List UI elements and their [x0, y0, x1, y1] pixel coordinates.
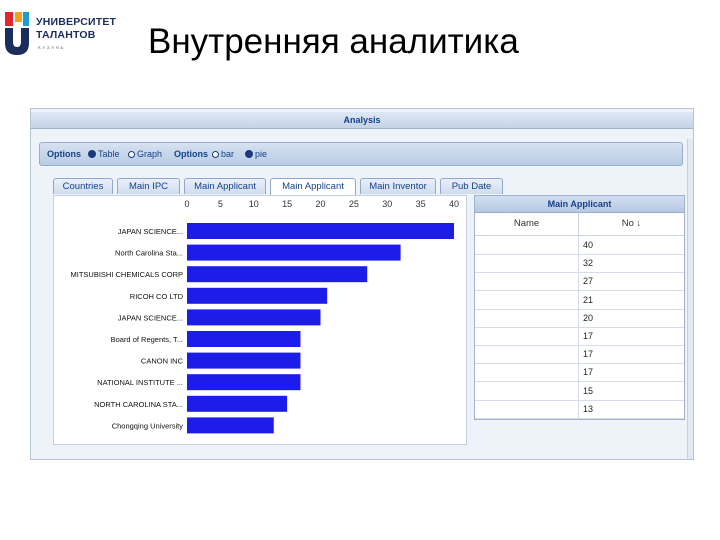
row-name-cell — [475, 381, 579, 400]
radio-dot-icon — [88, 149, 96, 158]
radio-selected-icon — [128, 150, 135, 158]
options-label: Options — [47, 149, 81, 159]
row-name-cell — [475, 254, 579, 273]
tab-pub-date[interactable]: Pub Date — [440, 178, 503, 194]
row-name-cell — [475, 272, 579, 291]
radio-pie[interactable]: pie — [245, 143, 267, 165]
vertical-scrollbar[interactable] — [687, 139, 693, 459]
row-count-cell: 17 — [583, 331, 594, 341]
radio-table-label: Table — [98, 149, 120, 159]
window-title: Analysis — [31, 112, 693, 129]
logo-text-line2: ТАЛАНТОВ — [36, 29, 96, 41]
table-row[interactable]: 40 — [475, 236, 684, 255]
row-count-cell: 17 — [583, 367, 594, 378]
x-tick-label: 40 — [449, 199, 459, 209]
bar[interactable] — [187, 244, 401, 261]
bar[interactable] — [187, 352, 301, 369]
applicant-bar-chart: 0 5 10 15 20 25 30 35 40 JAPAN SCIENCE... North Ca… — [70, 199, 459, 434]
chart-options-label: Options — [174, 149, 208, 159]
analysis-window: Analysis Options Table Graph Options bar… — [30, 108, 694, 460]
row-count-cell: 40 — [583, 240, 594, 250]
radio-graph[interactable]: Graph — [128, 143, 162, 165]
tab-countries[interactable]: Countries — [53, 178, 113, 194]
logo-text-line1: УНИВЕРСИТЕТ — [36, 16, 117, 28]
category-label: JAPAN SCIENCE... — [118, 313, 183, 322]
bar[interactable] — [187, 331, 301, 347]
column-no-header[interactable]: No ↓ — [579, 213, 684, 235]
category-label: NORTH CAROLINA STA... — [94, 400, 183, 409]
grid-column-headers: Name No ↓ — [475, 213, 684, 236]
row-count-cell: 27 — [583, 276, 594, 287]
x-tick-label: 5 — [218, 199, 223, 209]
table-row[interactable]: 17 — [475, 345, 684, 365]
table-row[interactable]: 15 — [475, 381, 684, 401]
category-label: RICOH CO LTD — [130, 292, 184, 301]
tab-main-applicant-active[interactable]: Main Applicant — [270, 178, 356, 195]
logo-text-line3: КАЗАНЬ — [38, 45, 66, 50]
row-name-cell — [475, 363, 579, 382]
slide-title: Внутренняя аналитика — [148, 22, 519, 61]
talents-logo-icon — [5, 12, 29, 55]
row-count-cell: 32 — [583, 258, 594, 269]
category-label: CANON INC — [141, 357, 184, 366]
bar[interactable] — [187, 417, 274, 434]
row-name-cell — [475, 327, 579, 345]
bar[interactable] — [187, 374, 301, 391]
row-name-cell — [475, 345, 579, 364]
category-label: Board of Regents, T... — [111, 335, 183, 344]
radio-bar-label: bar — [221, 149, 235, 159]
category-label: North Carolina Sta... — [115, 249, 183, 258]
radio-graph-label: Graph — [137, 149, 163, 159]
row-count-cell: 20 — [583, 312, 594, 323]
table-row[interactable]: 13 — [475, 399, 684, 419]
row-name-cell — [475, 399, 579, 418]
table-row[interactable]: 20 — [475, 308, 684, 328]
table-row[interactable]: 27 — [475, 272, 684, 292]
x-tick-label: 15 — [282, 199, 292, 209]
row-count-cell: 21 — [583, 294, 594, 305]
row-count-cell: 15 — [583, 385, 594, 396]
bar[interactable] — [187, 309, 321, 326]
category-label: JAPAN SCIENCE... — [118, 227, 183, 236]
radio-table[interactable]: Table — [88, 143, 120, 165]
table-row[interactable]: 21 — [475, 290, 684, 310]
radio-bar[interactable]: bar — [212, 143, 234, 165]
radio-pie-label: pie — [255, 149, 268, 159]
chart-panel: 0 5 10 15 20 25 30 35 40 JAPAN SCIENCE... North Ca… — [53, 195, 467, 445]
row-name-cell — [475, 308, 579, 327]
x-tick-label: 20 — [315, 199, 325, 209]
column-name-header[interactable]: Name — [475, 213, 579, 235]
options-bar: Options Table Graph Options bar pie — [39, 142, 683, 166]
x-tick-label: 30 — [382, 199, 392, 209]
table-row[interactable]: 17 — [475, 327, 684, 346]
row-name-cell — [475, 290, 579, 309]
radio-dot-icon — [245, 149, 253, 158]
tab-main-inventor[interactable]: Main Inventor — [360, 178, 436, 194]
category-label: MITSUBISHI CHEMICALS CORP — [70, 270, 183, 279]
x-tick-label: 0 — [184, 199, 189, 209]
bar[interactable] — [187, 287, 328, 304]
table-row[interactable]: 32 — [475, 254, 684, 274]
bar[interactable] — [187, 223, 454, 239]
tab-main-applicant[interactable]: Main Applicant — [184, 178, 266, 194]
x-tick-label: 25 — [349, 199, 359, 209]
table-row[interactable]: 17 — [475, 363, 684, 383]
row-count-cell: 13 — [583, 403, 594, 414]
grid-title: Main Applicant — [475, 196, 684, 213]
category-label: Chongqing University — [112, 421, 184, 430]
applicant-grid: Main Applicant Name No ↓ 40 32 27 21 20 17 17 1… — [474, 195, 685, 420]
tab-main-ipc[interactable]: Main IPC — [117, 178, 180, 194]
bar[interactable] — [187, 266, 368, 283]
category-label: NATIONAL INSTITUTE ... — [97, 378, 183, 387]
row-name-cell — [475, 236, 579, 254]
university-logo: УНИВЕРСИТЕТ ТАЛАНТОВ КАЗАНЬ — [4, 10, 124, 60]
row-count-cell: 17 — [583, 349, 594, 360]
bar[interactable] — [187, 395, 288, 412]
radio-selected-icon — [212, 150, 219, 158]
x-tick-label: 10 — [249, 199, 259, 209]
x-tick-label: 35 — [416, 199, 426, 209]
